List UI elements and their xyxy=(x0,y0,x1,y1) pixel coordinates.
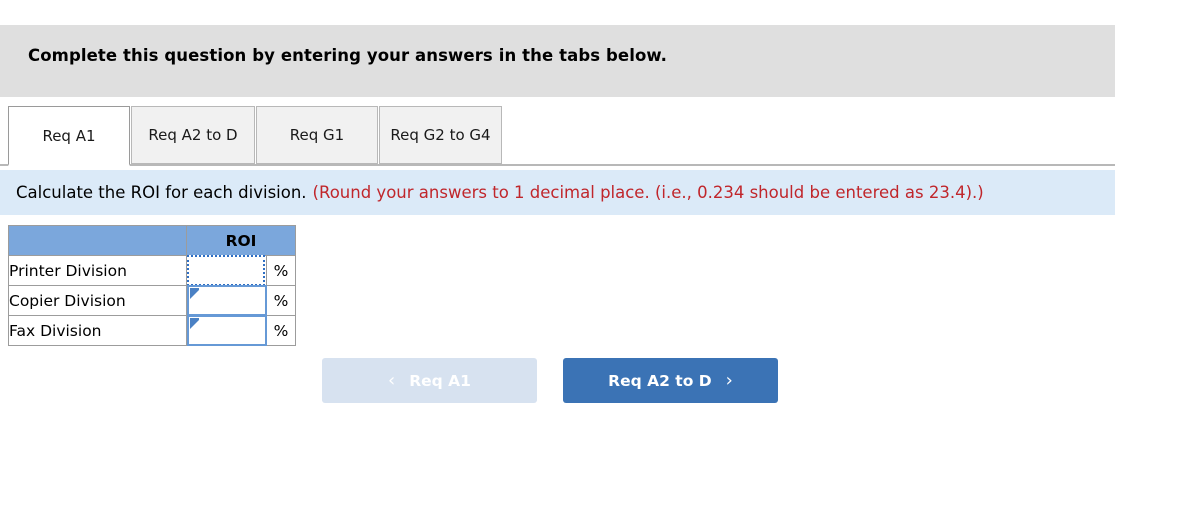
instruction-banner: Complete this question by entering your … xyxy=(0,25,1115,97)
table-row: Printer Division % xyxy=(8,255,297,286)
roi-input-cell-copier[interactable] xyxy=(186,285,267,316)
table-header-blank xyxy=(8,225,187,256)
tab-req-g1[interactable]: Req G1 xyxy=(256,106,378,164)
tab-label: Req G1 xyxy=(289,126,345,144)
roi-input-cell-printer[interactable] xyxy=(186,255,267,286)
next-requirement-label: Req A2 to D xyxy=(608,371,712,390)
chevron-right-icon: › xyxy=(725,369,733,391)
roi-input-copier[interactable] xyxy=(191,288,263,313)
percent-symbol-fax: % xyxy=(265,315,297,346)
roi-answer-table: ROI Printer Division % Copier Division % xyxy=(8,225,297,346)
tab-label: Req A1 xyxy=(42,126,96,145)
table-header-row: ROI xyxy=(8,225,297,256)
chevron-left-icon: ‹ xyxy=(388,369,396,391)
tab-req-a1[interactable]: Req A1 xyxy=(8,106,130,166)
percent-symbol-printer: % xyxy=(265,255,297,286)
requirement-hint: (Round your answers to 1 decimal place. … xyxy=(312,183,984,202)
roi-input-box-printer[interactable] xyxy=(187,255,265,286)
next-requirement-button[interactable]: Req A2 to D › xyxy=(563,358,778,403)
tab-label: Req G2 to G4 xyxy=(390,126,491,144)
tab-req-g2-to-g4[interactable]: Req G2 to G4 xyxy=(379,106,502,164)
roi-input-cell-fax[interactable] xyxy=(186,315,267,346)
prev-requirement-button[interactable]: ‹ Req A1 xyxy=(322,358,537,403)
roi-input-box-copier[interactable] xyxy=(187,285,267,316)
row-label-printer-division: Printer Division xyxy=(8,255,187,286)
row-label-fax-division: Fax Division xyxy=(8,315,187,346)
navigation-bar: ‹ Req A1 Req A2 to D › xyxy=(322,358,782,404)
table-row: Fax Division % xyxy=(8,315,297,346)
roi-input-box-fax[interactable] xyxy=(187,315,267,346)
row-label-copier-division: Copier Division xyxy=(8,285,187,316)
table-row: Copier Division % xyxy=(8,285,297,316)
percent-symbol-copier: % xyxy=(265,285,297,316)
prev-requirement-label: Req A1 xyxy=(409,371,471,390)
tab-label: Req A2 to D xyxy=(148,126,238,144)
tab-req-a2-to-d[interactable]: Req A2 to D xyxy=(131,106,255,164)
roi-input-fax[interactable] xyxy=(191,318,263,343)
instruction-banner-title: Complete this question by entering your … xyxy=(28,46,668,65)
tab-strip: Req A1 Req A2 to D Req G1 Req G2 to G4 xyxy=(0,106,1115,166)
table-header-roi: ROI xyxy=(185,225,297,256)
requirement-prompt: Calculate the ROI for each division. xyxy=(16,183,307,202)
requirement-banner: Calculate the ROI for each division. (Rou… xyxy=(0,170,1115,215)
roi-input-printer[interactable] xyxy=(191,258,261,283)
requirement-text: Calculate the ROI for each division. (Rou… xyxy=(16,183,984,202)
